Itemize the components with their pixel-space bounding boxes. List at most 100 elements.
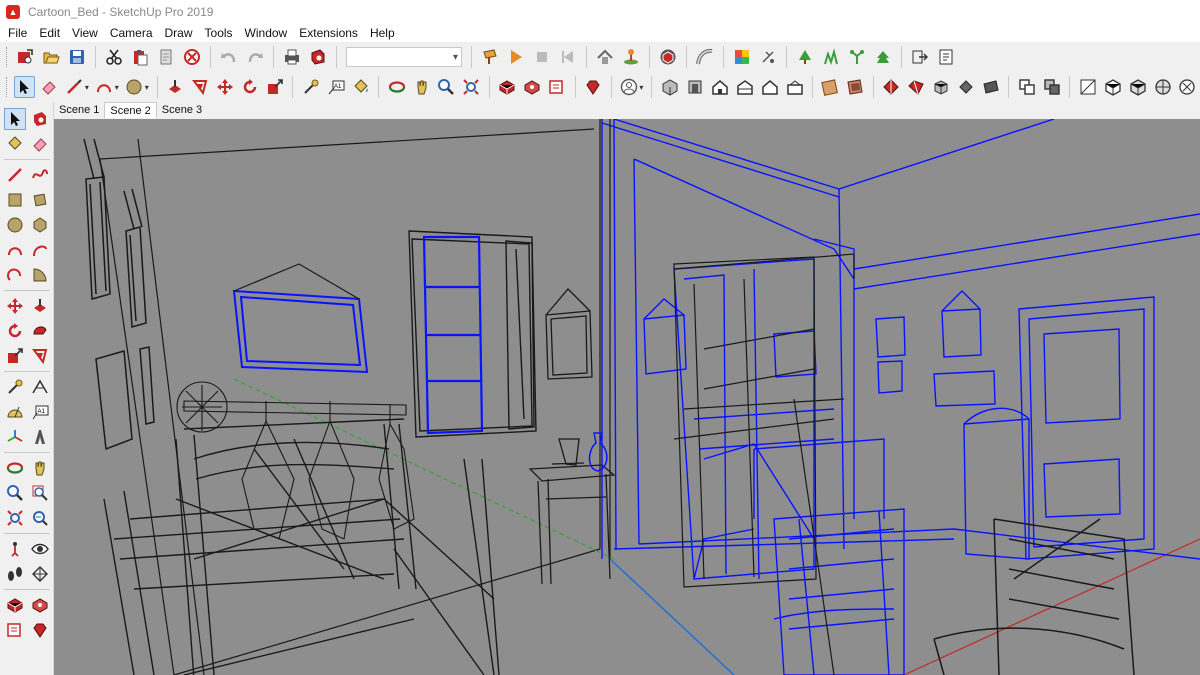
settings-icon[interactable] [1177, 76, 1198, 98]
union-icon[interactable] [1016, 76, 1037, 98]
box-icon[interactable] [1102, 76, 1123, 98]
scale-icon[interactable] [264, 76, 285, 98]
materials-icon[interactable] [845, 76, 866, 98]
menu-tools[interactable]: Tools [199, 24, 239, 42]
orbit-icon[interactable] [4, 457, 26, 479]
protractor-icon[interactable] [4, 401, 26, 423]
paint-bucket-icon[interactable] [4, 133, 26, 155]
make-component-icon[interactable] [29, 108, 51, 130]
rotated-rectangle-icon[interactable] [29, 189, 51, 211]
freehand-icon[interactable] [29, 164, 51, 186]
three-point-arc-icon[interactable] [4, 264, 26, 286]
circle-icon[interactable] [4, 214, 26, 236]
look-around-icon[interactable] [29, 538, 51, 560]
push-pull-icon[interactable] [29, 295, 51, 317]
select-icon[interactable] [3, 108, 26, 130]
offset-icon[interactable] [29, 345, 51, 367]
plant-icon[interactable] [846, 46, 868, 68]
push-pull-icon[interactable] [165, 76, 186, 98]
user-icon[interactable] [618, 76, 639, 98]
location-icon[interactable] [620, 46, 642, 68]
section-display-icon[interactable] [1077, 76, 1098, 98]
extension-warehouse-icon[interactable] [29, 594, 51, 616]
model-viewport[interactable] [54, 119, 1200, 675]
menu-view[interactable]: View [66, 24, 104, 42]
menu-edit[interactable]: Edit [33, 24, 66, 42]
3d-text-icon[interactable] [29, 426, 51, 448]
walk-icon[interactable] [4, 563, 26, 585]
chevron-down-icon[interactable]: ▾ [85, 83, 89, 92]
redo-icon[interactable] [244, 46, 266, 68]
section-plane-icon[interactable] [29, 563, 51, 585]
move-icon[interactable] [4, 295, 26, 317]
stop-icon[interactable] [531, 46, 553, 68]
tab-scene-3[interactable]: Scene 3 [157, 102, 207, 118]
get-models-icon[interactable] [14, 46, 36, 68]
right-view-icon[interactable] [734, 76, 755, 98]
zoom-window-icon[interactable] [29, 482, 51, 504]
chevron-down-icon[interactable]: ▾ [639, 83, 643, 92]
play-icon[interactable] [505, 46, 527, 68]
menu-window[interactable]: Window [239, 24, 294, 42]
cut-icon[interactable] [103, 46, 125, 68]
tab-scene-1[interactable]: Scene 1 [54, 102, 104, 118]
pie-icon[interactable] [29, 264, 51, 286]
line-icon[interactable] [4, 164, 26, 186]
polygon-icon[interactable] [29, 214, 51, 236]
wireframe-icon[interactable] [956, 76, 977, 98]
scale-icon[interactable] [4, 345, 26, 367]
chevron-down-icon[interactable]: ▾ [145, 83, 149, 92]
cube-icon[interactable] [1127, 76, 1148, 98]
shape-icon[interactable] [124, 76, 145, 98]
back-view-icon[interactable] [759, 76, 780, 98]
open-icon[interactable] [40, 46, 62, 68]
iso-view-icon[interactable] [659, 76, 680, 98]
eraser-icon[interactable] [39, 76, 60, 98]
text-icon[interactable]: A1 [325, 76, 346, 98]
follow-me-icon[interactable] [29, 320, 51, 342]
save-icon[interactable] [66, 46, 88, 68]
fog-icon[interactable] [881, 76, 902, 98]
two-point-arc-icon[interactable] [29, 239, 51, 261]
hidden-line-icon[interactable] [981, 76, 1002, 98]
menu-draw[interactable]: Draw [159, 24, 199, 42]
dimension-icon[interactable] [29, 376, 51, 398]
eraser-icon[interactable] [29, 133, 51, 155]
menu-help[interactable]: Help [364, 24, 401, 42]
back-edges-icon[interactable] [931, 76, 952, 98]
toolbar-grip[interactable] [6, 77, 9, 97]
line-icon[interactable] [64, 76, 85, 98]
previous-icon[interactable] [557, 46, 579, 68]
erase-icon[interactable] [155, 46, 177, 68]
zoom-extents-icon[interactable] [4, 507, 26, 529]
wireframe-bedroom-model[interactable] [54, 119, 1200, 675]
subtract-icon[interactable] [1041, 76, 1062, 98]
chevron-down-icon[interactable]: ▾ [115, 83, 119, 92]
follow-me-icon[interactable] [694, 46, 716, 68]
forest-icon[interactable] [872, 46, 894, 68]
move-icon[interactable] [215, 76, 236, 98]
styles-icon[interactable] [731, 46, 753, 68]
model-info-icon[interactable] [307, 46, 329, 68]
ruby-icon[interactable] [29, 619, 51, 641]
sphere-icon[interactable] [1152, 76, 1173, 98]
shadow-icon[interactable] [757, 46, 779, 68]
3d-warehouse-icon[interactable] [497, 76, 518, 98]
delete-icon[interactable] [181, 46, 203, 68]
arc-icon[interactable] [94, 76, 115, 98]
menu-file[interactable]: File [2, 24, 33, 42]
rectangle-icon[interactable] [4, 189, 26, 211]
orbit-icon[interactable] [386, 76, 407, 98]
arc-icon[interactable] [4, 239, 26, 261]
components-icon[interactable] [657, 46, 679, 68]
section-plane-icon[interactable] [479, 46, 501, 68]
pan-icon[interactable] [29, 457, 51, 479]
report-icon[interactable] [935, 46, 957, 68]
front-view-icon[interactable] [709, 76, 730, 98]
paste-icon[interactable] [129, 46, 151, 68]
position-camera-icon[interactable] [4, 538, 26, 560]
zoom-extents-icon[interactable] [461, 76, 482, 98]
sandbox-icon[interactable] [820, 46, 842, 68]
tab-scene-2[interactable]: Scene 2 [104, 102, 157, 118]
undo-icon[interactable] [218, 46, 240, 68]
